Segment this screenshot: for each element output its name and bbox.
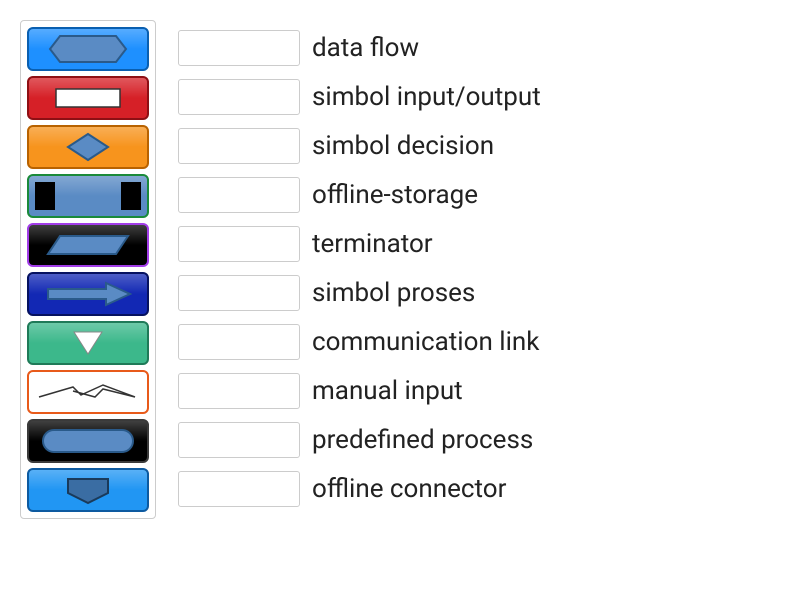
answers-panel: data flow simbol input/output simbol dec… xyxy=(178,20,541,511)
dropzone[interactable] xyxy=(178,471,300,507)
answer-row: terminator xyxy=(178,222,541,266)
answer-label: simbol input/output xyxy=(312,82,541,112)
dropzone[interactable] xyxy=(178,226,300,262)
vbar-rect-icon xyxy=(29,176,147,216)
dropzone[interactable] xyxy=(178,275,300,311)
answer-row: data flow xyxy=(178,26,541,70)
tile-pentagon-down[interactable] xyxy=(27,468,149,512)
tile-parallelogram[interactable] xyxy=(27,223,149,267)
tile-triangle[interactable] xyxy=(27,321,149,365)
triangle-icon xyxy=(38,326,138,360)
rectangle-icon xyxy=(38,83,138,113)
answer-label: simbol proses xyxy=(312,278,475,308)
answer-row: simbol decision xyxy=(178,124,541,168)
tile-predefined-bars[interactable] xyxy=(27,174,149,218)
answer-label: manual input xyxy=(312,376,463,406)
answer-label: data flow xyxy=(312,33,419,63)
tile-diamond[interactable] xyxy=(27,125,149,169)
parallelogram-icon xyxy=(38,230,138,260)
answer-label: communication link xyxy=(312,327,539,357)
answer-label: predefined process xyxy=(312,425,533,455)
answer-label: offline-storage xyxy=(312,180,478,210)
dropzone[interactable] xyxy=(178,324,300,360)
dropzone[interactable] xyxy=(178,177,300,213)
answer-row: predefined process xyxy=(178,418,541,462)
answer-row: simbol proses xyxy=(178,271,541,315)
tile-arrow[interactable] xyxy=(27,272,149,316)
dropzone[interactable] xyxy=(178,422,300,458)
tile-rectangle[interactable] xyxy=(27,76,149,120)
answer-label: offline connector xyxy=(312,474,506,504)
dropzone[interactable] xyxy=(178,128,300,164)
tile-hexagon[interactable] xyxy=(27,27,149,71)
answer-label: terminator xyxy=(312,229,433,259)
dropzone[interactable] xyxy=(178,79,300,115)
tile-stadium[interactable] xyxy=(27,419,149,463)
stadium-icon xyxy=(33,424,143,458)
matching-game: data flow simbol input/output simbol dec… xyxy=(20,20,780,519)
lightning-icon xyxy=(33,377,143,407)
diamond-icon xyxy=(38,130,138,164)
answer-row: communication link xyxy=(178,320,541,364)
answer-row: offline-storage xyxy=(178,173,541,217)
pentagon-down-icon xyxy=(38,473,138,507)
hexagon-icon xyxy=(38,34,138,64)
dropzone[interactable] xyxy=(178,30,300,66)
answer-row: simbol input/output xyxy=(178,75,541,119)
answer-row: manual input xyxy=(178,369,541,413)
answer-label: simbol decision xyxy=(312,131,494,161)
tiles-panel xyxy=(20,20,156,519)
answer-row: offline connector xyxy=(178,467,541,511)
arrow-icon xyxy=(38,279,138,309)
tile-lightning[interactable] xyxy=(27,370,149,414)
dropzone[interactable] xyxy=(178,373,300,409)
